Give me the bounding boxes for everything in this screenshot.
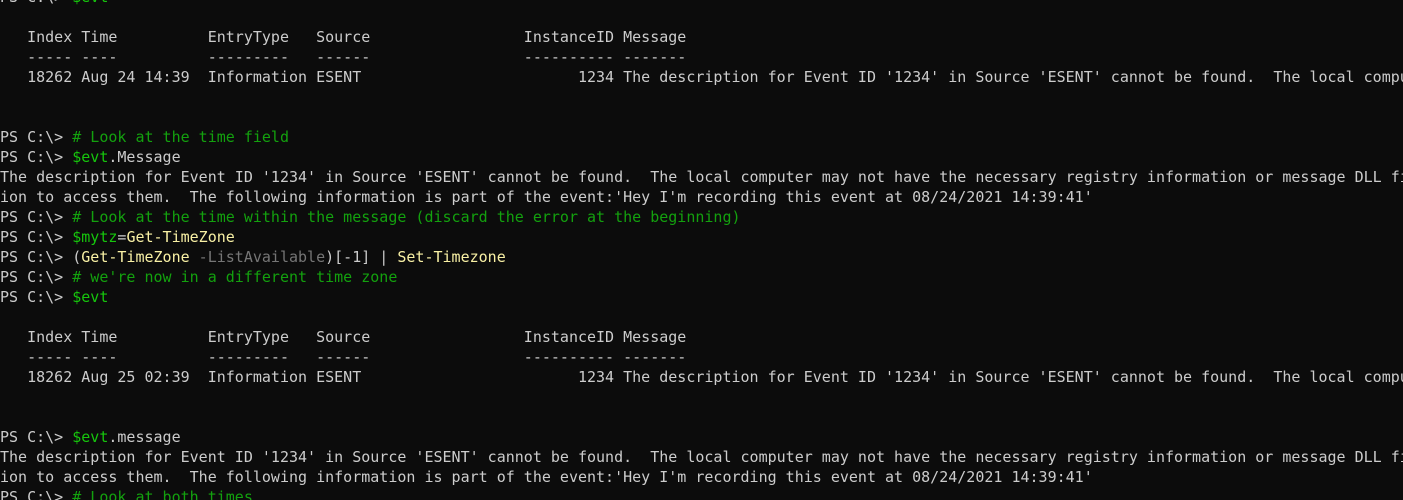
variable-token: $evt [72, 0, 108, 6]
terminal-line: 18262 Aug 24 14:39 Information ESENT 123… [0, 67, 1403, 87]
prompt: PS C:\> [0, 228, 73, 246]
output-text: Index Time EntryType Source InstanceID M… [0, 28, 687, 46]
output-text: ion to access them. The following inform… [0, 468, 1093, 486]
terminal-line: ion to access them. The following inform… [0, 187, 1403, 207]
cmdlet-token: Get-TimeZone [126, 228, 235, 246]
comment-token: # Look at the time within the message (d… [72, 208, 741, 226]
terminal-window[interactable]: PS C:\> $evt Index Time EntryType Source… [0, 0, 1403, 500]
terminal-line: Index Time EntryType Source InstanceID M… [0, 327, 1403, 347]
terminal-output: PS C:\> $evt Index Time EntryType Source… [0, 0, 1403, 500]
terminal-line: PS C:\> (Get-TimeZone -ListAvailable)[-1… [0, 247, 1403, 267]
prompt: PS C:\> [0, 208, 73, 226]
terminal-line: PS C:\> # Look at the time within the me… [0, 207, 1403, 227]
variable-token: $evt [72, 148, 109, 166]
terminal-line: PS C:\> $evt [0, 287, 1403, 307]
output-text: ----- ---- --------- ------ ---------- -… [0, 48, 687, 66]
prompt: PS C:\> [0, 0, 72, 6]
terminal-line: PS C:\> # Look at both times [0, 487, 1403, 500]
terminal-line: PS C:\> $evt [0, 0, 1403, 7]
terminal-line: ion to access them. The following inform… [0, 467, 1403, 487]
output-text: ( [72, 248, 82, 266]
terminal-line: PS C:\> $evt.Message [0, 147, 1403, 167]
prompt: PS C:\> [0, 288, 73, 306]
output-text: The description for Event ID '1234' in S… [0, 168, 1403, 186]
output-text: .message [108, 428, 181, 446]
cmdlet-token: Get-TimeZone [81, 248, 190, 266]
prompt: PS C:\> [0, 488, 73, 500]
output-text: )[-1] | [325, 248, 398, 266]
terminal-line: PS C:\> # Look at the time field [0, 127, 1403, 147]
variable-token: $evt [72, 288, 109, 306]
output-text: 18262 Aug 25 02:39 Information ESENT 123… [0, 368, 1403, 386]
terminal-line: The description for Event ID '1234' in S… [0, 167, 1403, 187]
parameter-token: -ListAvailable [189, 248, 326, 266]
output-text: Index Time EntryType Source InstanceID M… [0, 328, 687, 346]
prompt: PS C:\> [0, 268, 73, 286]
prompt: PS C:\> [0, 128, 73, 146]
output-text: 18262 Aug 24 14:39 Information ESENT 123… [0, 68, 1403, 86]
output-text: The description for Event ID '1234' in S… [0, 448, 1403, 466]
comment-token: # Look at both times [72, 488, 253, 500]
cmdlet-token: Set-Timezone [397, 248, 506, 266]
comment-token: # Look at the time field [72, 128, 289, 146]
prompt: PS C:\> [0, 428, 73, 446]
terminal-line: PS C:\> # we're now in a different time … [0, 267, 1403, 287]
terminal-line: Index Time EntryType Source InstanceID M… [0, 27, 1403, 47]
terminal-line: PS C:\> $mytz=Get-TimeZone [0, 227, 1403, 247]
output-text: ----- ---- --------- ------ ---------- -… [0, 348, 687, 366]
terminal-line: PS C:\> $evt.message [0, 427, 1403, 447]
output-text: ion to access them. The following inform… [0, 188, 1093, 206]
output-text: .Message [108, 148, 181, 166]
terminal-line: The description for Event ID '1234' in S… [0, 447, 1403, 467]
comment-token: # we're now in a different time zone [72, 268, 398, 286]
terminal-line: ----- ---- --------- ------ ---------- -… [0, 47, 1403, 67]
prompt: PS C:\> [0, 148, 73, 166]
terminal-line: 18262 Aug 25 02:39 Information ESENT 123… [0, 367, 1403, 387]
prompt: PS C:\> [0, 248, 73, 266]
terminal-line: ----- ---- --------- ------ ---------- -… [0, 347, 1403, 367]
variable-token: $mytz [72, 228, 118, 246]
variable-token: $evt [72, 428, 109, 446]
